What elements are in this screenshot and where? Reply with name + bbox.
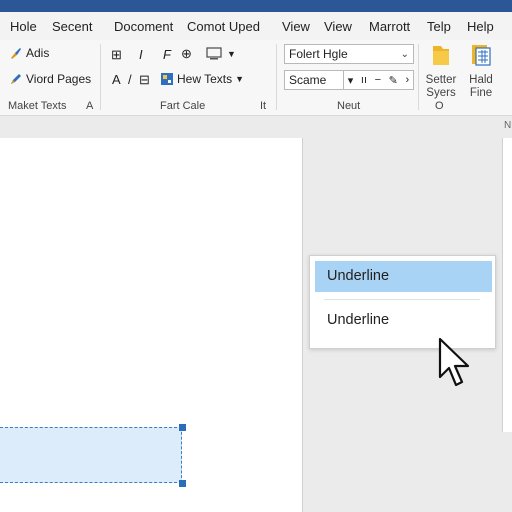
viord-pages-button[interactable]: Viord Pages — [9, 72, 91, 86]
resize-handle-bottom-right[interactable] — [179, 480, 186, 487]
group-label-maket-texts: Maket Texts — [8, 100, 67, 112]
group-label-fart-cale: Fart Cale — [160, 100, 206, 112]
viord-pages-label: Viord Pages — [26, 72, 92, 86]
style-combobox[interactable]: Scame — [284, 70, 344, 90]
brush-icon — [11, 48, 21, 59]
side-panel-marker: N — [504, 120, 512, 131]
group3-launcher[interactable]: O — [435, 100, 444, 112]
font-name-combobox[interactable]: Folert Hgle ⌄ — [284, 44, 414, 64]
menu-item-hole[interactable]: Hole — [10, 19, 37, 34]
menu-item-comot-uped[interactable]: Comot Uped — [187, 19, 260, 34]
hald-fine-line2: Fine — [469, 87, 493, 99]
chevron-right-icon[interactable]: › — [405, 74, 409, 86]
menu-bar: Hole Secent Docoment Comot Uped View Vie… — [0, 12, 512, 40]
font-button[interactable]: F — [163, 47, 171, 62]
menu-item-help[interactable]: Help — [467, 19, 494, 34]
chevron-down-icon: ⌄ — [400, 48, 409, 60]
menu-option-underline[interactable]: Underline — [315, 305, 492, 336]
setter-syers-line1: Setter — [425, 74, 457, 86]
chevron-down-icon: ▼ — [227, 48, 236, 59]
minus-icon[interactable]: − — [375, 74, 381, 86]
screen-dropdown-button[interactable]: ▼ — [206, 47, 236, 60]
text-style-icon — [161, 73, 173, 85]
font-color-button[interactable]: A — [112, 72, 121, 87]
add-button[interactable]: ⊕ — [181, 46, 192, 62]
group2-launcher[interactable]: It — [260, 100, 266, 112]
hew-texts-label: Hew Texts — [177, 72, 233, 86]
ribbon-divider — [418, 44, 419, 110]
style-value: Scame — [289, 73, 327, 87]
document-grid-icon — [472, 45, 491, 66]
chevron-down-icon: ▼ — [235, 74, 245, 84]
menu-item-view-2[interactable]: View — [324, 19, 352, 34]
monitor-icon — [206, 47, 222, 60]
side-panel — [502, 138, 512, 432]
menu-item-marrott[interactable]: Marrott — [369, 19, 410, 34]
format-button[interactable]: ⊟ — [139, 72, 150, 88]
italic-button[interactable]: I — [139, 47, 143, 62]
menu-option-underline-highlighted[interactable]: Underline — [315, 261, 492, 292]
setter-syers-button[interactable]: Setter Syers — [420, 42, 462, 99]
hald-fine-line1: Hald — [469, 74, 493, 86]
menu-divider — [324, 299, 480, 300]
table-button[interactable]: ⊞ — [111, 47, 122, 63]
menu-item-telp[interactable]: Telp — [427, 19, 451, 34]
folder-icon — [433, 46, 449, 65]
ribbon: Adis Viord Pages Maket Texts A ⊞ I F ⊕ ▼… — [0, 40, 512, 116]
pencil-icon[interactable]: ✎ — [389, 74, 398, 87]
group-label-neut: Neut — [337, 100, 361, 112]
chevron-down-icon[interactable]: ▾ — [348, 74, 354, 87]
adis-button[interactable]: Adis — [9, 46, 49, 60]
hald-fine-button[interactable]: Hald Fine — [460, 42, 502, 99]
style-buttons: ▾ ıı − ✎ › — [344, 70, 414, 90]
mouse-pointer-icon — [438, 337, 470, 387]
selected-text-box[interactable] — [0, 427, 182, 483]
font-name-value: Folert Hgle — [289, 47, 348, 61]
ribbon-divider — [100, 44, 101, 110]
hew-texts-dropdown[interactable]: Hew Texts ▼ — [160, 72, 244, 86]
slash-button[interactable]: / — [128, 72, 132, 87]
menu-item-docoment[interactable]: Docoment — [114, 19, 173, 34]
underline-dropdown-menu: Underline Underline — [309, 255, 496, 349]
group1-launcher[interactable]: A — [86, 100, 93, 112]
title-bar — [0, 0, 512, 12]
resize-handle-top-right[interactable] — [179, 424, 186, 431]
pause-icon[interactable]: ıı — [361, 74, 367, 86]
menu-item-secent[interactable]: Secent — [52, 19, 92, 34]
ribbon-divider — [276, 44, 277, 110]
adis-label: Adis — [26, 46, 50, 60]
menu-item-view-1[interactable]: View — [282, 19, 310, 34]
pen-icon — [11, 74, 21, 84]
setter-syers-line2: Syers — [426, 87, 456, 99]
